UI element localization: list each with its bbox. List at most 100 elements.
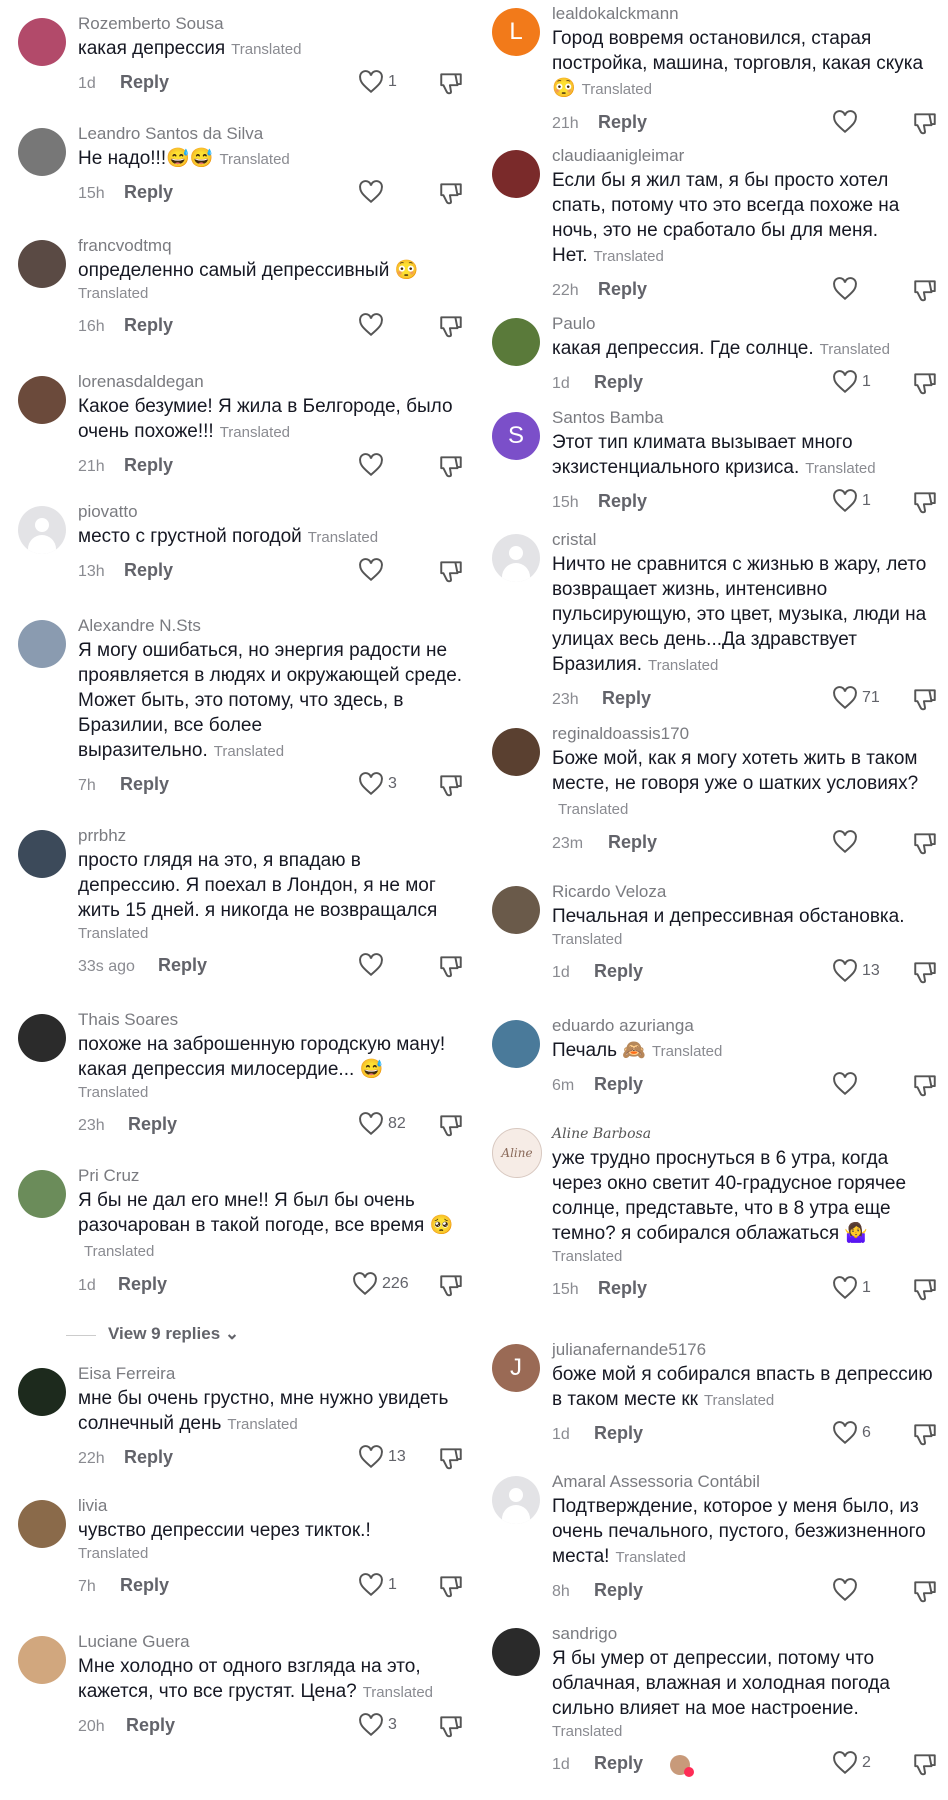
like-button[interactable]: 1: [832, 489, 871, 513]
comment-username[interactable]: reginaldoassis170: [552, 724, 938, 744]
translated-label[interactable]: Translated: [582, 81, 652, 98]
reply-button[interactable]: Reply: [124, 455, 173, 476]
avatar-placeholder[interactable]: [18, 506, 66, 554]
avatar-letter[interactable]: J: [492, 1344, 540, 1392]
comment-username[interactable]: claudiaanigleimar: [552, 146, 938, 166]
reply-button[interactable]: Reply: [594, 1423, 643, 1444]
dislike-button[interactable]: [912, 686, 938, 717]
dislike-button[interactable]: [912, 1421, 938, 1452]
reply-button[interactable]: Reply: [598, 279, 647, 300]
reply-button[interactable]: Reply: [120, 774, 169, 795]
translated-label[interactable]: Translated: [219, 151, 289, 168]
translated-label[interactable]: Translated: [704, 1392, 774, 1409]
reply-button[interactable]: Reply: [124, 315, 173, 336]
reply-button[interactable]: Reply: [594, 1074, 643, 1095]
avatar[interactable]: [492, 318, 540, 366]
dislike-button[interactable]: [438, 180, 464, 211]
avatar-placeholder[interactable]: [492, 1476, 540, 1524]
translated-label[interactable]: Translated: [231, 41, 301, 58]
comment-username[interactable]: Pri Cruz: [78, 1166, 464, 1186]
like-button[interactable]: 1: [358, 1573, 397, 1597]
dislike-button[interactable]: [912, 1578, 938, 1609]
translated-label[interactable]: Translated: [78, 923, 464, 945]
comment-username[interactable]: julianafernande5176: [552, 1340, 938, 1360]
comment-username[interactable]: Ricardo Veloza: [552, 882, 938, 902]
like-button[interactable]: [832, 110, 862, 134]
comment-username[interactable]: Santos Bamba: [552, 408, 938, 428]
like-button[interactable]: 226: [352, 1272, 409, 1296]
translated-label[interactable]: Translated: [78, 283, 464, 305]
reply-button[interactable]: Reply: [124, 1447, 173, 1468]
dislike-button[interactable]: [438, 953, 464, 984]
avatar-placeholder[interactable]: [492, 534, 540, 582]
dislike-button[interactable]: [912, 1276, 938, 1307]
comment-username[interactable]: Eisa Ferreira: [78, 1364, 464, 1384]
reply-button[interactable]: Reply: [598, 1278, 647, 1299]
translated-label[interactable]: Translated: [84, 1243, 154, 1260]
avatar[interactable]: [18, 1500, 66, 1548]
comment-username[interactable]: Thais Soares: [78, 1010, 464, 1030]
comment-username[interactable]: livia: [78, 1496, 464, 1516]
dislike-button[interactable]: [912, 1072, 938, 1103]
reply-button[interactable]: Reply: [608, 832, 657, 853]
avatar[interactable]: [18, 1014, 66, 1062]
like-button[interactable]: [832, 1578, 862, 1602]
dislike-button[interactable]: [912, 370, 938, 401]
reply-button[interactable]: Reply: [124, 560, 173, 581]
like-button[interactable]: 6: [832, 1421, 871, 1445]
comment-username[interactable]: Alexandre N.Sts: [78, 616, 464, 636]
reply-button[interactable]: Reply: [120, 1575, 169, 1596]
dislike-button[interactable]: [912, 1751, 938, 1782]
comment-username[interactable]: Leandro Santos da Silva: [78, 124, 464, 144]
reply-button[interactable]: Reply: [594, 1753, 643, 1774]
reply-button[interactable]: Reply: [124, 182, 173, 203]
dislike-button[interactable]: [438, 70, 464, 101]
translated-label[interactable]: Translated: [820, 341, 890, 358]
avatar-letter[interactable]: S: [492, 412, 540, 460]
translated-label[interactable]: Translated: [214, 743, 284, 760]
reply-button[interactable]: Reply: [128, 1114, 177, 1135]
translated-label[interactable]: Translated: [552, 929, 938, 951]
reply-button[interactable]: Reply: [594, 1580, 643, 1601]
dislike-button[interactable]: [438, 1112, 464, 1143]
reply-button[interactable]: Reply: [126, 1715, 175, 1736]
avatar[interactable]: [18, 830, 66, 878]
translated-label[interactable]: Translated: [558, 801, 628, 818]
dislike-button[interactable]: [438, 772, 464, 803]
like-button[interactable]: 13: [832, 959, 880, 983]
dislike-button[interactable]: [912, 959, 938, 990]
avatar[interactable]: [492, 150, 540, 198]
comment-username[interactable]: sandrigo: [552, 1624, 938, 1644]
reply-button[interactable]: Reply: [158, 955, 207, 976]
avatar[interactable]: [18, 620, 66, 668]
view-replies-button[interactable]: View 9 replies ⌄: [0, 1324, 474, 1348]
like-button[interactable]: 13: [358, 1445, 406, 1469]
comment-username[interactable]: Aline Barbosa: [552, 1124, 938, 1144]
avatar[interactable]: [492, 1628, 540, 1676]
translated-label[interactable]: Translated: [78, 1082, 464, 1104]
translated-label[interactable]: Translated: [363, 1684, 433, 1701]
like-button[interactable]: 2: [832, 1751, 871, 1775]
avatar[interactable]: [18, 1368, 66, 1416]
like-button[interactable]: [358, 558, 388, 582]
translated-label[interactable]: Translated: [648, 657, 718, 674]
avatar-letter[interactable]: L: [492, 8, 540, 56]
dislike-button[interactable]: [912, 830, 938, 861]
comment-username[interactable]: Paulo: [552, 314, 938, 334]
comment-username[interactable]: lorenasdaldegan: [78, 372, 464, 392]
like-button[interactable]: 3: [358, 1713, 397, 1737]
avatar[interactable]: [492, 886, 540, 934]
dislike-button[interactable]: [438, 1713, 464, 1744]
reply-button[interactable]: Reply: [602, 688, 651, 709]
avatar[interactable]: [18, 1636, 66, 1684]
translated-label[interactable]: Translated: [652, 1043, 722, 1060]
dislike-button[interactable]: [912, 489, 938, 520]
avatar[interactable]: [18, 128, 66, 176]
dislike-button[interactable]: [438, 558, 464, 589]
like-button[interactable]: 71: [832, 686, 880, 710]
comment-username[interactable]: francvodtmq: [78, 236, 464, 256]
reply-button[interactable]: Reply: [118, 1274, 167, 1295]
like-button[interactable]: [358, 180, 388, 204]
dislike-button[interactable]: [438, 313, 464, 344]
translated-label[interactable]: Translated: [227, 1416, 297, 1433]
